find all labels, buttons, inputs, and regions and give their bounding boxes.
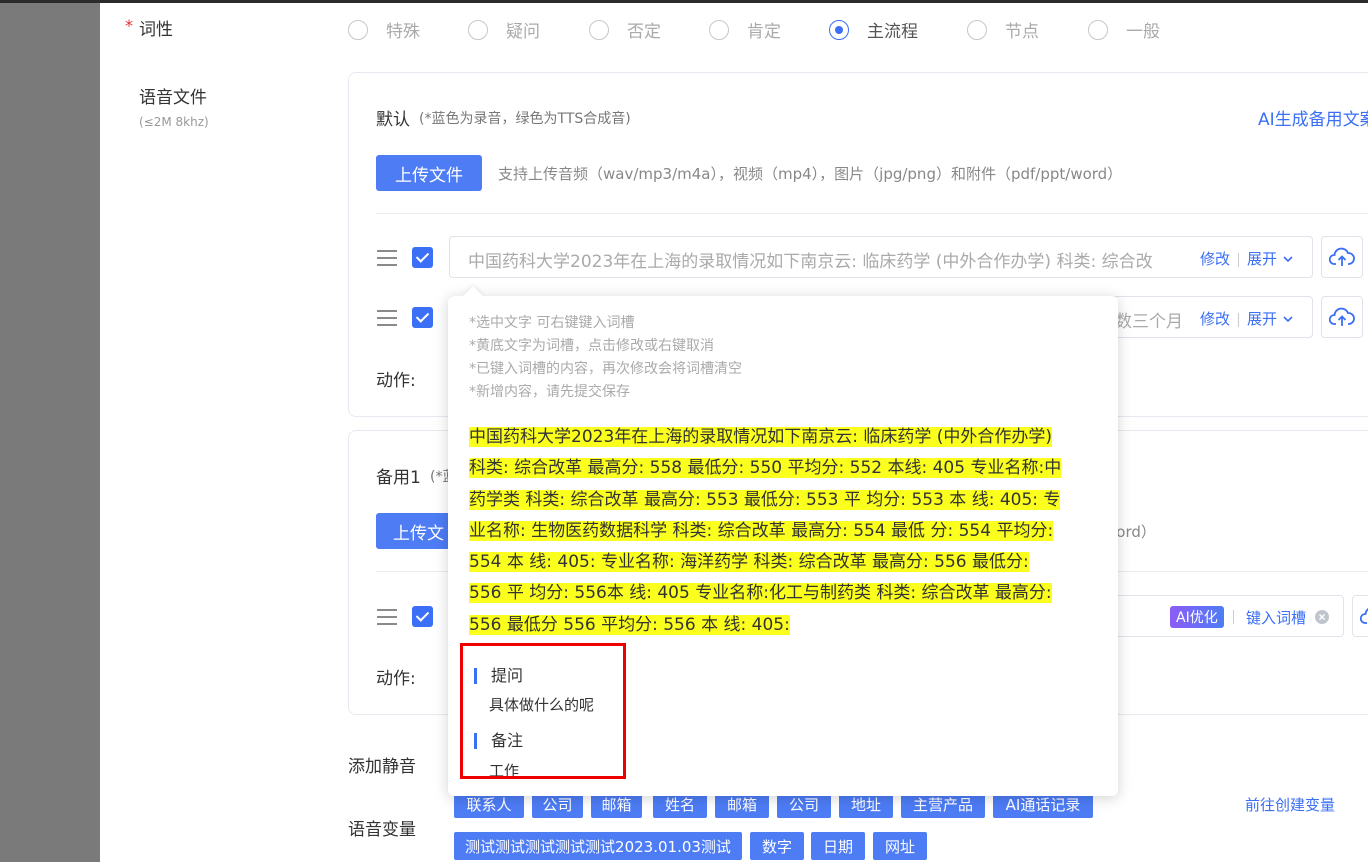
chevron-down-icon [1283,256,1293,263]
radio-affirmative[interactable]: 肯定 [709,17,781,42]
audio-text-value: 中国药科大学2023年在上海的录取情况如下南京云: 临床药学 (中外合作办学) … [468,252,1153,272]
slot-text-line[interactable]: 中国药科大学2023年在上海的录取情况如下南京云: 临床药学 (中外合作办学) [469,427,1053,447]
highlight-annotation-box [460,643,626,779]
note-line: *已键入词槽的内容，再次修改会将词槽清空 [469,361,742,377]
note-line: *黄底文字为词槽，点击修改或右键取消 [469,338,714,354]
variable-tag[interactable]: 日期 [811,832,865,860]
backup-title: 备用1 [376,468,421,488]
row-checkbox[interactable] [412,247,433,268]
radio-dot[interactable] [1088,19,1108,40]
slot-text-line[interactable]: 科类: 综合改革 最高分: 558 最低分: 550 平均分: 552 本线: … [469,458,1062,479]
voice-vars-label: 语音变量 [348,820,416,840]
slot-text-line[interactable]: 药学类 科类: 综合改革 最高分: 553 最低分: 553 平 均分: 553… [469,489,1061,510]
row-checkbox[interactable] [412,606,433,627]
clear-icon[interactable] [1314,609,1330,625]
slot-text-line[interactable]: 556 平 均分: 556本 线: 405 专业名称:化工与制药类 科类: 综合… [469,583,1052,604]
variable-tag[interactable]: 数字 [750,832,804,860]
default-title: 默认 [376,110,410,130]
cloud-upload-icon [1360,608,1368,624]
ai-generate-link[interactable]: AI生成备用文案 [1258,105,1368,130]
action-label: 动作: [376,669,416,689]
upload-file-button[interactable]: 上传文件 [376,155,482,191]
cloud-upload-icon [1329,247,1355,266]
radio-dot[interactable] [468,19,488,40]
expand-link[interactable]: 展开 [1247,310,1277,328]
required-mark: * [125,16,133,35]
action-label: 动作: [376,371,416,391]
slot-text-line[interactable]: 556 最低分 556 平均分: 556 本 线: 405: [469,614,790,635]
note-line: *选中文字 可右键键入词槽 [469,315,635,331]
upload-hint: 支持上传音频（wav/mp3/m4a），视频（mp4），图片（jpg/png）和… [498,165,1123,183]
row-actions: 修改 展开 [1200,308,1294,329]
drag-handle-icon[interactable] [377,310,397,331]
radio-special[interactable]: 特殊 [348,17,420,42]
drag-handle-icon[interactable] [377,250,397,271]
cloud-upload-button[interactable] [1352,595,1368,637]
note-line: *新增内容，请先提交保存 [469,384,630,400]
audio-file-label: 语音文件 [139,88,207,108]
add-silence-label: 添加静音 [348,757,416,777]
audio-file-sublabel: (≤2M 8khz) [139,115,209,129]
variable-tag[interactable]: 网址 [873,832,927,860]
cloud-upload-icon [1329,307,1355,326]
slot-text-line[interactable]: 业名称: 生物医药数据科学 科类: 综合改革 最高分: 554 最低 分: 55… [469,520,1054,541]
popup-notes: *选中文字 可右键键入词槽 *黄底文字为词槽，点击修改或右键取消 *已键入词槽的… [469,312,742,404]
cloud-upload-button[interactable] [1321,296,1363,338]
pos-label: 词性 [139,20,173,40]
row-actions: 修改 展开 [1200,248,1294,269]
edit-link[interactable]: 修改 [1200,250,1230,268]
radio-dot[interactable] [348,19,368,40]
radio-dot[interactable] [967,19,987,40]
expand-link[interactable]: 展开 [1247,250,1277,268]
divider [376,213,1368,214]
audio-text-value: 数三个月 [1115,312,1183,332]
variable-tag[interactable]: 测试测试测试测试测试2023.01.03测试 [454,832,742,860]
drag-handle-icon[interactable] [377,609,397,630]
enter-slot-link[interactable]: 键入词槽 [1246,607,1306,628]
row-checkbox[interactable] [412,307,433,328]
radio-dot[interactable] [589,19,609,40]
chevron-down-icon [1283,316,1293,323]
radio-node[interactable]: 节点 [967,17,1039,42]
ai-optimize-tag[interactable]: AI优化 [1170,606,1224,628]
default-subtitle: (*蓝色为录音，绿色为TTS合成音) [419,111,631,127]
radio-negative[interactable]: 否定 [589,17,661,42]
radio-question[interactable]: 疑问 [468,17,540,42]
create-variable-link[interactable]: 前往创建变量 [1245,794,1335,815]
edit-link[interactable]: 修改 [1200,310,1230,328]
slot-text-line[interactable]: 554 本 线: 405: 专业名称: 海洋药学 科类: 综合改革 最高分: 5… [469,552,1029,573]
slot-text-block[interactable]: 中国药科大学2023年在上海的录取情况如下南京云: 临床药学 (中外合作办学) … [469,422,1109,641]
radio-dot-selected[interactable] [829,19,849,40]
radio-general[interactable]: 一般 [1088,17,1160,42]
audio-text-input[interactable]: 中国药科大学2023年在上海的录取情况如下南京云: 临床药学 (中外合作办学) … [449,236,1313,278]
cloud-upload-button[interactable] [1321,236,1363,278]
radio-main-flow[interactable]: 主流程 [829,17,918,42]
radio-dot[interactable] [709,19,729,40]
